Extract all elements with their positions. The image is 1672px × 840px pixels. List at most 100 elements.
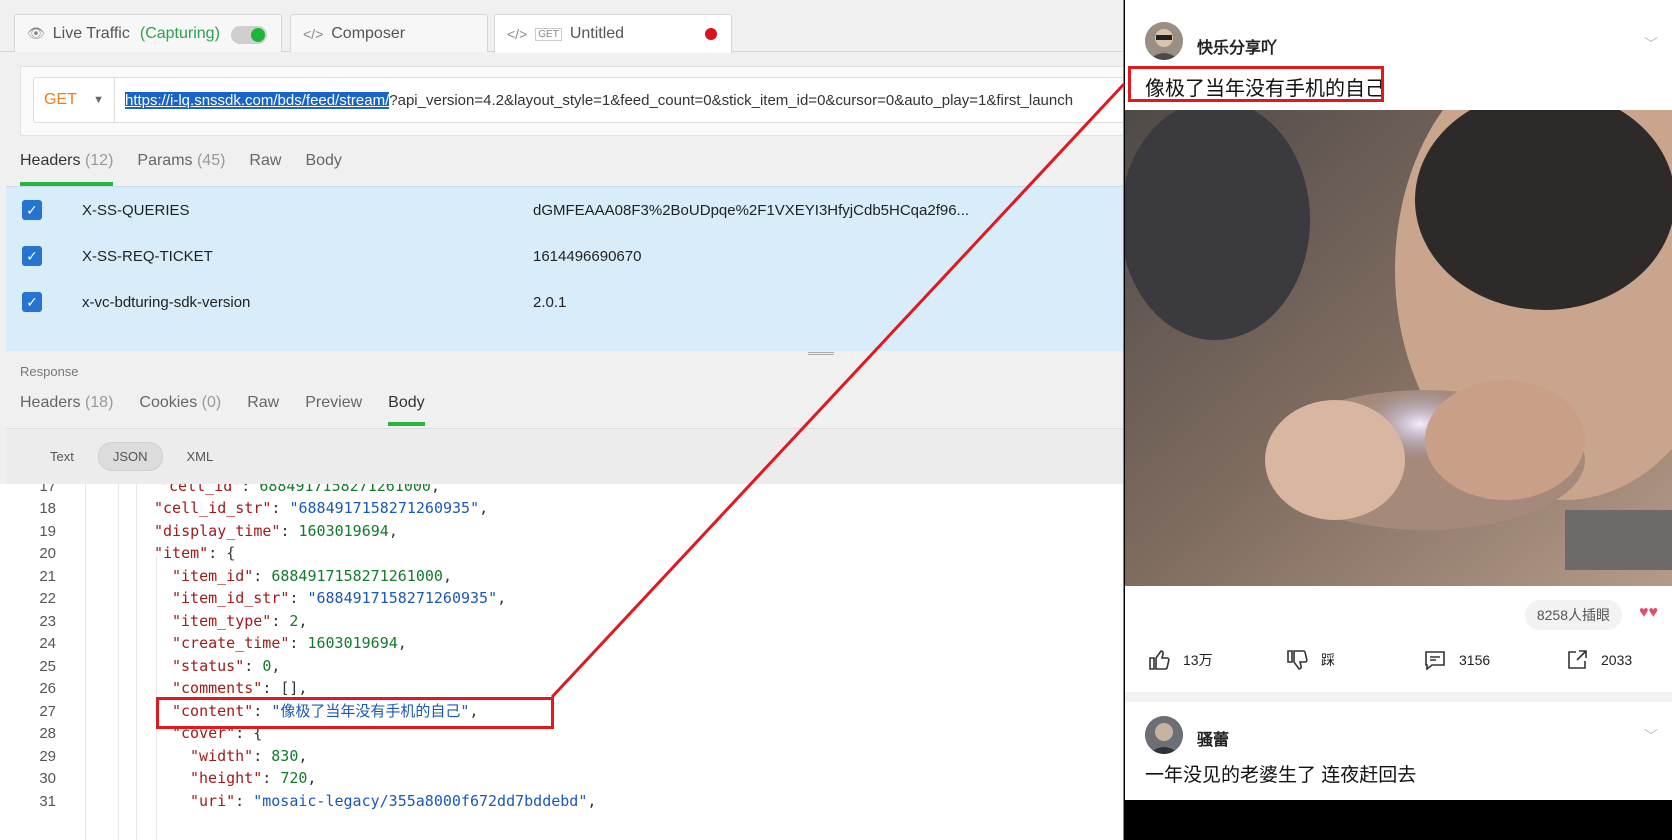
code-token: : <box>262 769 281 787</box>
code-token: "6884917158271260935" <box>307 589 498 607</box>
json-code-view[interactable]: 17 "cell_id": 6884917158271261000, 18 "cell… <box>0 484 1123 840</box>
tab-request-params[interactable]: Params (45) <box>137 146 225 186</box>
code-token: : { <box>208 544 236 562</box>
tab-request-headers[interactable]: Headers (12) <box>20 146 114 186</box>
url-input[interactable]: https://i-lq.snssdk.com/bds/feed/stream/… <box>115 77 1123 123</box>
line-number: 31 <box>39 793 56 810</box>
tab-request-body[interactable]: Body <box>305 146 341 186</box>
format-text-button[interactable]: Text <box>36 443 88 470</box>
header-value[interactable]: 2.0.1 <box>533 294 566 311</box>
line-number: 18 <box>39 500 56 517</box>
tab-composer[interactable]: </> Composer <box>290 14 488 52</box>
line-number: 20 <box>39 545 56 562</box>
code-token: "item_id" <box>172 567 254 585</box>
chevron-down-icon[interactable]: ﹀ <box>1644 34 1658 54</box>
checkbox-checked-icon[interactable]: ✓ <box>22 200 42 220</box>
tab-response-cookies[interactable]: Cookies (0) <box>139 386 221 426</box>
tab-response-raw[interactable]: Raw <box>247 386 279 426</box>
format-xml-button[interactable]: XML <box>173 443 228 470</box>
annotation-box-title <box>1128 66 1384 102</box>
comment-count: 3156 <box>1459 652 1491 668</box>
code-text: "uri": "mosaic-legacy/355a8000f672dd7bdd… <box>190 790 596 813</box>
code-token: : <box>244 657 263 675</box>
caret-down-icon: ▼ <box>93 94 104 106</box>
tab-request-raw[interactable]: Raw <box>249 146 281 186</box>
format-json-button[interactable]: JSON <box>97 442 163 471</box>
dislike-button[interactable]: 踩 <box>1285 648 1335 672</box>
checkbox-checked-icon[interactable]: ✓ <box>22 292 42 312</box>
avatar[interactable] <box>1145 22 1183 60</box>
avatar[interactable] <box>1145 716 1183 754</box>
code-token: "6884917158271260935" <box>289 499 480 517</box>
code-token: 720 <box>280 769 308 787</box>
post-title[interactable]: 一年没见的老婆生了 连夜赶回去 <box>1145 760 1416 787</box>
share-button[interactable]: 2033 <box>1565 648 1632 672</box>
line-number: 30 <box>39 770 56 787</box>
username[interactable]: 快乐分享吖 <box>1197 34 1277 58</box>
checkbox-checked-icon[interactable]: ✓ <box>22 246 42 266</box>
code-token: , <box>430 484 440 495</box>
code-token: : <box>289 589 308 607</box>
method-select[interactable]: GET ▼ <box>33 77 115 123</box>
view-count-badge: 8258人插眼 <box>1524 600 1622 630</box>
code-token: , <box>442 567 452 585</box>
header-key[interactable]: X-SS-QUERIES <box>82 202 190 219</box>
line-number: 28 <box>39 725 56 742</box>
like-button[interactable]: 13万 <box>1147 648 1213 672</box>
code-token: "item_type" <box>172 612 272 630</box>
code-token: : <box>253 747 272 765</box>
code-token: "status" <box>172 657 245 675</box>
code-token: : <box>280 522 299 540</box>
code-line: 30 "height": 720, <box>0 767 1123 790</box>
code-token: : <box>235 792 254 810</box>
unsaved-dot <box>705 28 717 40</box>
header-value[interactable]: 1614496690670 <box>533 248 641 265</box>
feed-pane: 快乐分享吖 ﹀ 像极了当年没有手机的自己 8258人插眼 ♥♥ 13万 踩 31… <box>1125 0 1672 840</box>
code-icon: </> <box>303 25 324 42</box>
tab-composer-label: Composer <box>331 24 406 42</box>
code-line: 19 "display_time": 1603019694, <box>0 520 1123 543</box>
tab-response-body[interactable]: Body <box>388 386 426 426</box>
code-line: 25 "status": 0, <box>0 655 1123 678</box>
code-token: "cell_id" <box>160 484 242 495</box>
code-token: 830 <box>271 747 299 765</box>
chevron-down-icon[interactable]: ﹀ <box>1644 726 1658 746</box>
code-line: 21 "item_id": 6884917158271261000, <box>0 565 1123 588</box>
code-text: "cell_id": 6884917158271261000, <box>160 484 440 498</box>
code-token: "cell_id_str" <box>154 499 272 517</box>
thumbs-up-icon <box>1149 650 1170 670</box>
annotation-box-content <box>156 697 554 729</box>
line-number: 23 <box>39 613 56 630</box>
capture-toggle[interactable] <box>231 26 267 44</box>
line-number: 19 <box>39 523 56 540</box>
video-thumbnail[interactable] <box>1125 110 1672 586</box>
header-row[interactable]: ✓ x-vc-bdturing-sdk-version 2.0.1 <box>6 279 1123 325</box>
header-row[interactable]: ✓ X-SS-QUERIES dGMFEAAA08F3%2BoUDpqe%2F1… <box>6 187 1123 233</box>
tab-untitled[interactable]: </> GET Untitled <box>494 14 732 53</box>
thumbs-down-icon <box>1287 650 1308 670</box>
tab-response-preview[interactable]: Preview <box>305 386 362 426</box>
response-tabs: Headers (18) Cookies (0) Raw Preview Bod… <box>20 386 426 426</box>
tab-live-traffic[interactable]: 👁 Live Traffic (Capturing) <box>14 14 282 52</box>
request-panel: GET ▼ https://i-lq.snssdk.com/bds/feed/s… <box>20 66 1123 136</box>
url-selected-text: https://i-lq.snssdk.com/bds/feed/stream/ <box>125 91 390 109</box>
comment-button[interactable]: 3156 <box>1423 648 1490 672</box>
header-row[interactable]: ✓ X-SS-REQ-TICKET 1614496690670 <box>6 233 1123 279</box>
header-value[interactable]: dGMFEAAA08F3%2BoUDpqe%2F1VXEYI3HfyjCdb5H… <box>533 202 969 219</box>
tab-response-headers[interactable]: Headers (18) <box>20 386 113 426</box>
card-separator <box>1125 692 1672 702</box>
tab-live-traffic-label: Live Traffic <box>52 24 130 42</box>
headers-table: ✓ X-SS-QUERIES dGMFEAAA08F3%2BoUDpqe%2F1… <box>6 186 1123 351</box>
header-key[interactable]: X-SS-REQ-TICKET <box>82 248 213 265</box>
resize-handle[interactable] <box>808 352 834 355</box>
code-line: 18 "cell_id_str": "6884917158271260935", <box>0 497 1123 520</box>
header-key[interactable]: x-vc-bdturing-sdk-version <box>82 294 250 311</box>
code-token: , <box>479 499 489 517</box>
code-token: "uri" <box>190 792 236 810</box>
username[interactable]: 骚蕾 <box>1197 726 1229 750</box>
code-text: "item_id": 6884917158271261000, <box>172 565 452 588</box>
line-number: 25 <box>39 658 56 675</box>
capturing-status: (Capturing) <box>139 24 220 42</box>
code-token: "create_time" <box>172 634 290 652</box>
code-token: 6884917158271261000 <box>271 567 443 585</box>
